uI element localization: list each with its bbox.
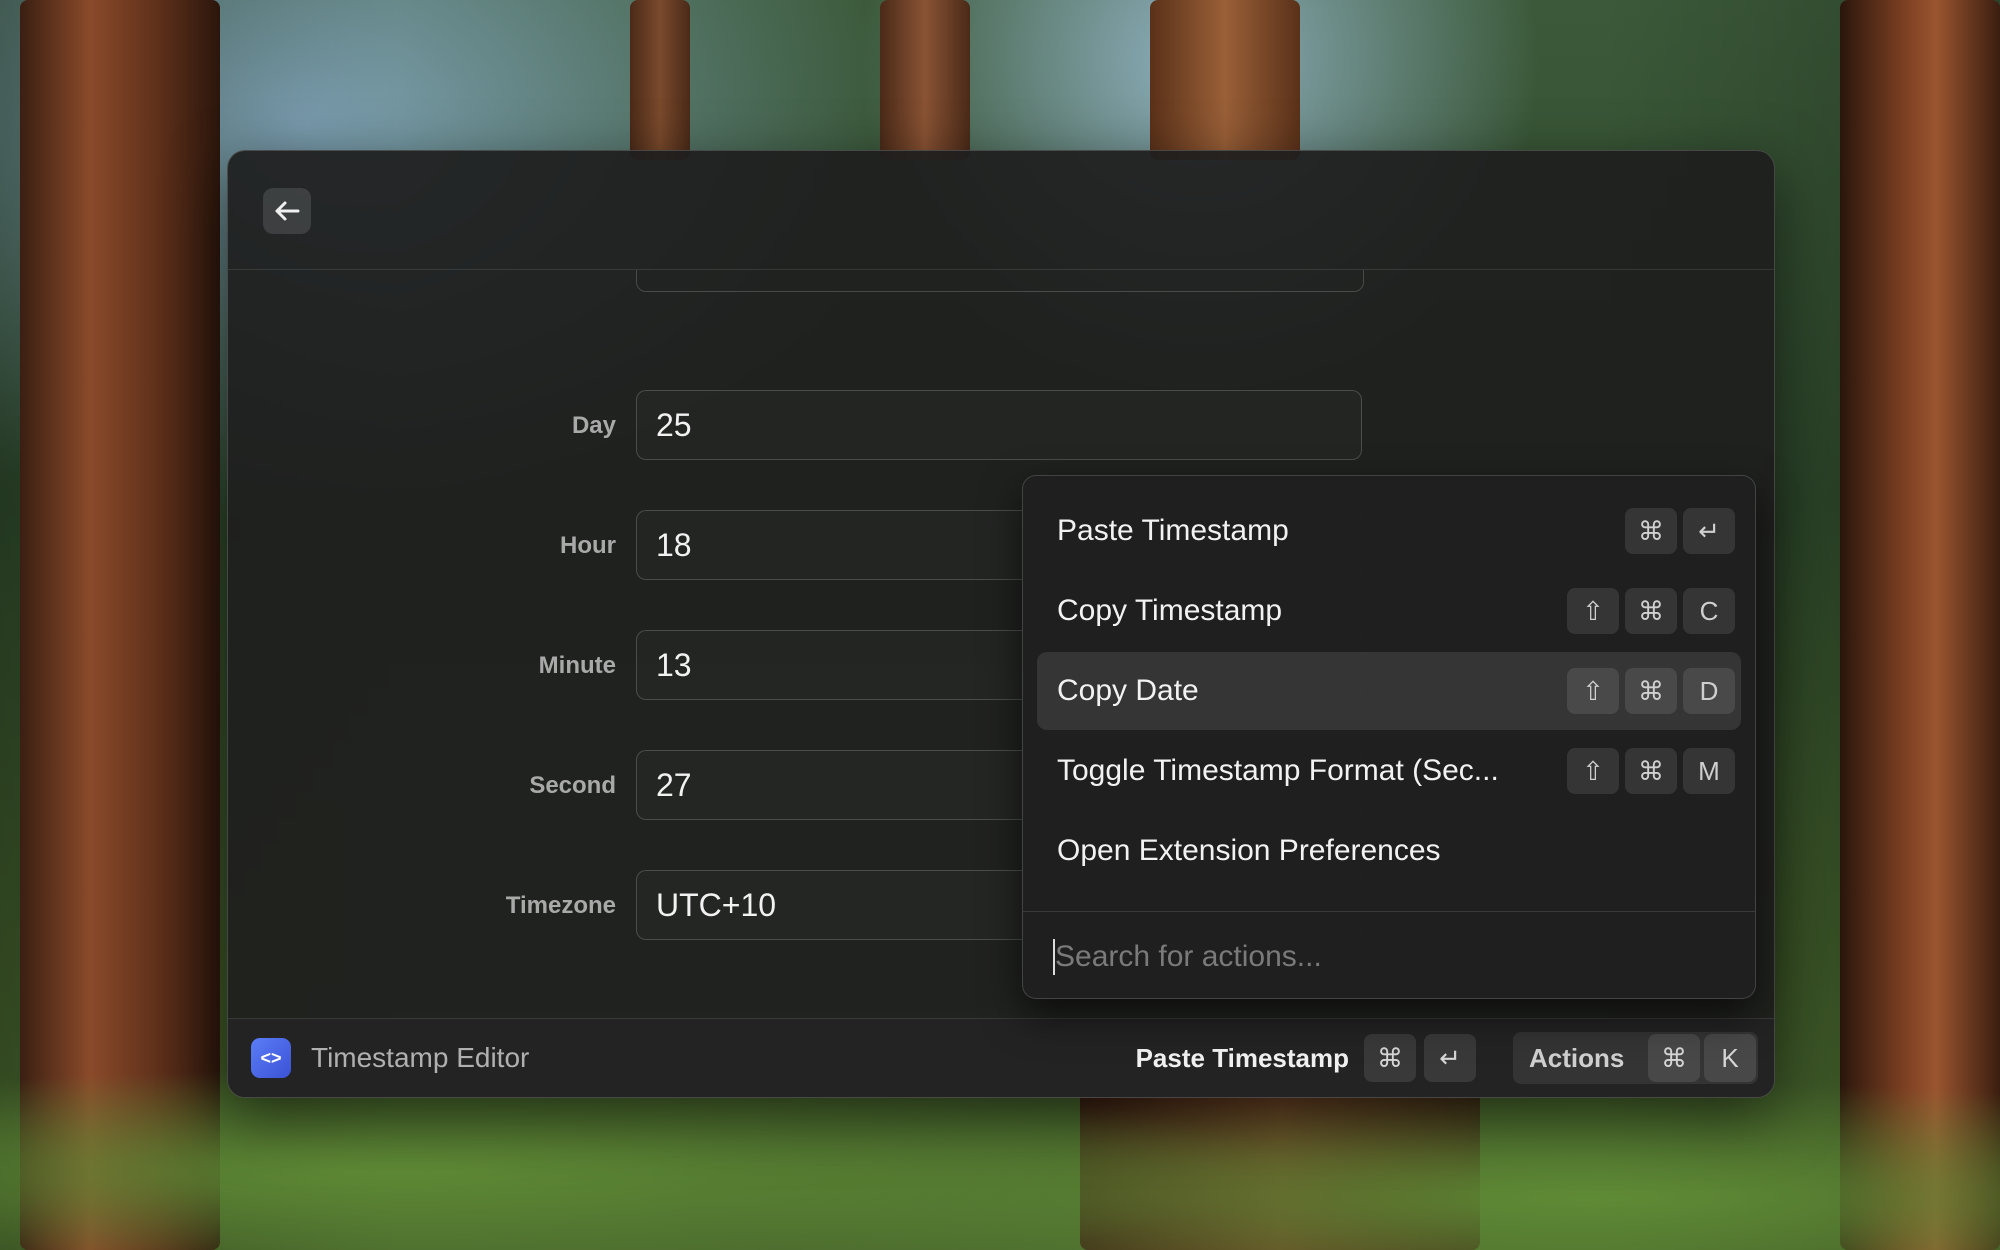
second-label: Second <box>529 772 616 799</box>
command-key-icon: ⌘ <box>1625 588 1677 634</box>
return-key-icon: ↵ <box>1424 1034 1476 1082</box>
action-search-input[interactable] <box>1053 926 1727 988</box>
hour-label: Hour <box>560 532 616 559</box>
command-key-icon: ⌘ <box>1625 748 1677 794</box>
tree-trunk <box>1150 0 1300 160</box>
action-bar: <> Timestamp Editor Paste Timestamp ⌘ ↵ … <box>228 1018 1774 1097</box>
actions-menu: Paste Timestamp ⌘ ↵ Copy Timestamp ⇧ ⌘ C… <box>1022 475 1756 999</box>
actions-button[interactable]: Actions ⌘ K <box>1513 1032 1758 1084</box>
menu-item-label: Open Extension Preferences <box>1057 834 1441 867</box>
menu-item-label: Toggle Timestamp Format (Sec... <box>1057 754 1499 787</box>
window-header <box>228 151 1774 270</box>
return-key-icon: ↵ <box>1683 508 1735 554</box>
m-key-icon: M <box>1683 748 1735 794</box>
shift-key-icon: ⇧ <box>1567 588 1619 634</box>
arrow-left-icon <box>275 201 300 221</box>
day-label: Day <box>571 412 616 439</box>
k-key-icon: K <box>1704 1034 1756 1082</box>
command-key-icon: ⌘ <box>1648 1034 1700 1082</box>
timezone-label: Timezone <box>505 892 616 919</box>
back-button[interactable] <box>263 188 311 234</box>
primary-action-button[interactable]: Paste Timestamp <box>1136 1019 1349 1097</box>
text-cursor <box>1053 939 1055 975</box>
menu-item-label: Copy Timestamp <box>1057 594 1283 627</box>
form-row-day: Day 25 <box>228 390 1774 462</box>
extension-title: Timestamp Editor <box>311 1042 530 1073</box>
tree-trunk <box>630 0 690 160</box>
day-field[interactable]: 25 <box>636 390 1362 460</box>
command-key-icon: ⌘ <box>1364 1034 1416 1082</box>
menu-item-paste-timestamp[interactable]: Paste Timestamp ⌘ ↵ <box>1037 492 1741 570</box>
menu-item-open-extension-preferences[interactable]: Open Extension Preferences <box>1037 812 1741 890</box>
d-key-icon: D <box>1683 668 1735 714</box>
command-key-icon: ⌘ <box>1625 668 1677 714</box>
menu-item-label: Paste Timestamp <box>1057 514 1289 547</box>
c-key-icon: C <box>1683 588 1735 634</box>
command-key-icon: ⌘ <box>1625 508 1677 554</box>
menu-divider <box>1023 911 1755 912</box>
minute-label: Minute <box>538 652 616 679</box>
menu-item-copy-date[interactable]: Copy Date ⇧ ⌘ D <box>1037 652 1741 730</box>
menu-item-toggle-timestamp-format[interactable]: Toggle Timestamp Format (Sec... ⇧ ⌘ M <box>1037 732 1741 810</box>
shift-key-icon: ⇧ <box>1567 748 1619 794</box>
actions-label: Actions <box>1529 1043 1625 1073</box>
menu-item-copy-timestamp[interactable]: Copy Timestamp ⇧ ⌘ C <box>1037 572 1741 650</box>
month-field-partial[interactable] <box>636 270 1364 292</box>
menu-item-label: Copy Date <box>1057 674 1199 707</box>
shift-key-icon: ⇧ <box>1567 668 1619 714</box>
code-brackets-icon: <> <box>251 1038 291 1078</box>
tree-trunk <box>880 0 970 160</box>
